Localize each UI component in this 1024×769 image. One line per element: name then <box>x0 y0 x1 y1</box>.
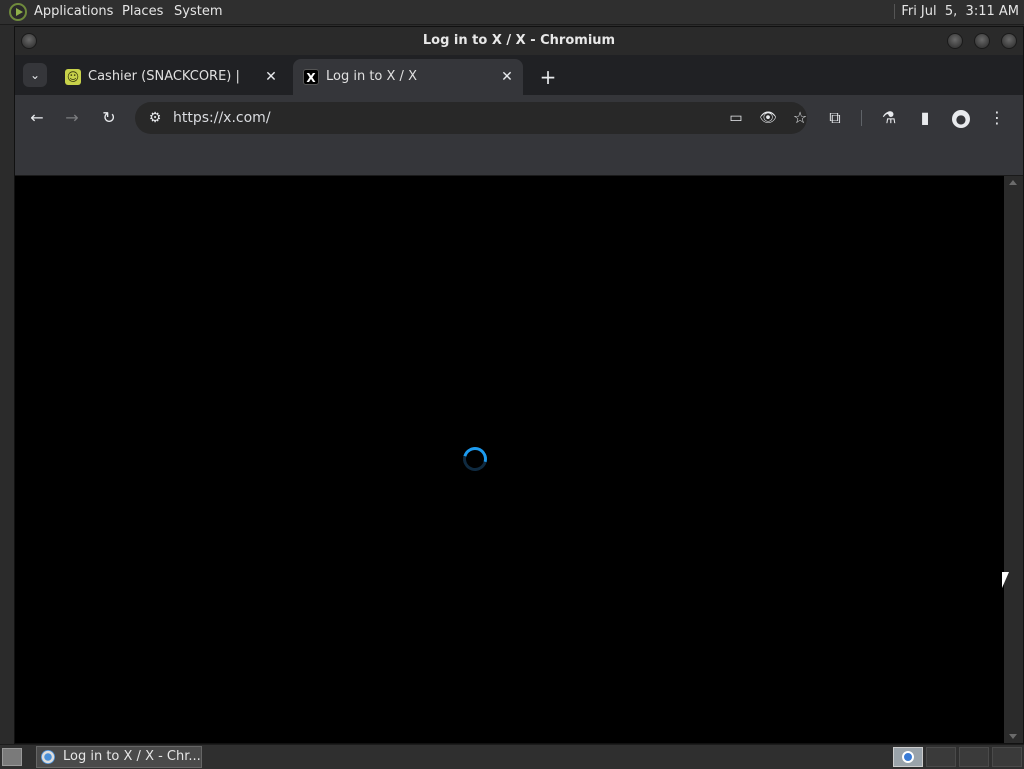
bottom-taskbar: Log in to X / X - Chr... <box>0 744 1024 769</box>
vertical-scrollbar[interactable] <box>1004 176 1023 743</box>
scroll-up-arrow-icon[interactable] <box>1009 180 1017 185</box>
browser-menu-icon[interactable]: ⋮ <box>985 106 1009 130</box>
mouse-pointer-icon <box>1002 572 1009 588</box>
close-tab-icon[interactable]: ✕ <box>263 59 279 95</box>
side-panel-icon[interactable]: ▮ <box>913 106 937 130</box>
bookmark-star-icon[interactable]: ☆ <box>788 106 812 130</box>
loading-spinner-icon <box>458 442 492 476</box>
labs-flask-icon[interactable]: ⚗ <box>877 106 901 130</box>
page-content[interactable] <box>15 176 1004 743</box>
forward-button[interactable]: → <box>60 106 84 130</box>
back-button[interactable]: ← <box>25 106 49 130</box>
browser-window: Log in to X / X - Chromium ⌄ ☺ Cashier (… <box>14 26 1024 744</box>
new-tab-button[interactable]: + <box>537 59 559 95</box>
show-desktop-button[interactable] <box>2 748 22 766</box>
tab-title: Log in to X / X <box>326 69 417 84</box>
window-titlebar[interactable]: Log in to X / X - Chromium <box>15 27 1023 55</box>
menu-system[interactable]: System <box>174 4 222 19</box>
avatar: ● <box>952 110 970 128</box>
distro-logo-icon[interactable] <box>9 3 27 21</box>
panel-clock[interactable]: Fri Jul 5, 3:11 AM <box>894 4 1019 19</box>
taskbar-window-button[interactable]: Log in to X / X - Chr... <box>36 746 202 768</box>
tab-search-button[interactable]: ⌄ <box>23 63 47 87</box>
cast-icon[interactable]: ▭ <box>724 106 748 130</box>
bookmarks-bar <box>15 141 1023 176</box>
address-bar[interactable]: ⚙ https://x.com/ ▭ 👁 ☆ <box>135 102 807 134</box>
chromium-icon <box>41 750 55 764</box>
toolbar-divider <box>861 110 862 126</box>
taskbar-window-label: Log in to X / X - Chr... <box>63 749 201 764</box>
window-title: Log in to X / X - Chromium <box>422 33 616 48</box>
close-window-button[interactable] <box>1001 33 1017 49</box>
maximize-button[interactable] <box>974 33 990 49</box>
workspace-4[interactable] <box>992 747 1022 767</box>
snackcore-icon: ☺ <box>65 69 81 85</box>
browser-toolbar: ← → ↻ ⚙ https://x.com/ ▭ 👁 ☆ ⧉ ⚗ ▮ ● ⋮ <box>15 95 1023 141</box>
scroll-down-arrow-icon[interactable] <box>1009 734 1017 739</box>
url-text[interactable]: https://x.com/ <box>173 102 271 134</box>
reload-button[interactable]: ↻ <box>97 106 121 130</box>
x-logo-icon: X <box>303 69 319 85</box>
tracking-protection-icon[interactable]: 👁 <box>756 106 780 130</box>
top-panel: Applications Places System Fri Jul 5, 3:… <box>0 0 1024 25</box>
workspace-1[interactable] <box>893 747 923 767</box>
tab-cashier[interactable]: ☺ Cashier (SNACKCORE) | Get ✕ <box>55 59 287 95</box>
window-menu-button[interactable] <box>21 33 37 49</box>
extensions-icon[interactable]: ⧉ <box>823 106 847 130</box>
tab-title: Cashier (SNACKCORE) | Get <box>88 69 243 84</box>
tab-x-login[interactable]: X Log in to X / X ✕ <box>293 59 523 95</box>
profile-avatar-icon[interactable]: ● <box>949 106 973 130</box>
menu-places[interactable]: Places <box>122 4 163 19</box>
workspace-3[interactable] <box>959 747 989 767</box>
tab-strip: ⌄ ☺ Cashier (SNACKCORE) | Get ✕ X Log in… <box>15 55 1023 95</box>
minimize-button[interactable] <box>947 33 963 49</box>
workspace-2[interactable] <box>926 747 956 767</box>
close-tab-icon[interactable]: ✕ <box>499 59 515 95</box>
site-info-icon[interactable]: ⚙ <box>143 106 167 130</box>
menu-applications[interactable]: Applications <box>34 4 113 19</box>
